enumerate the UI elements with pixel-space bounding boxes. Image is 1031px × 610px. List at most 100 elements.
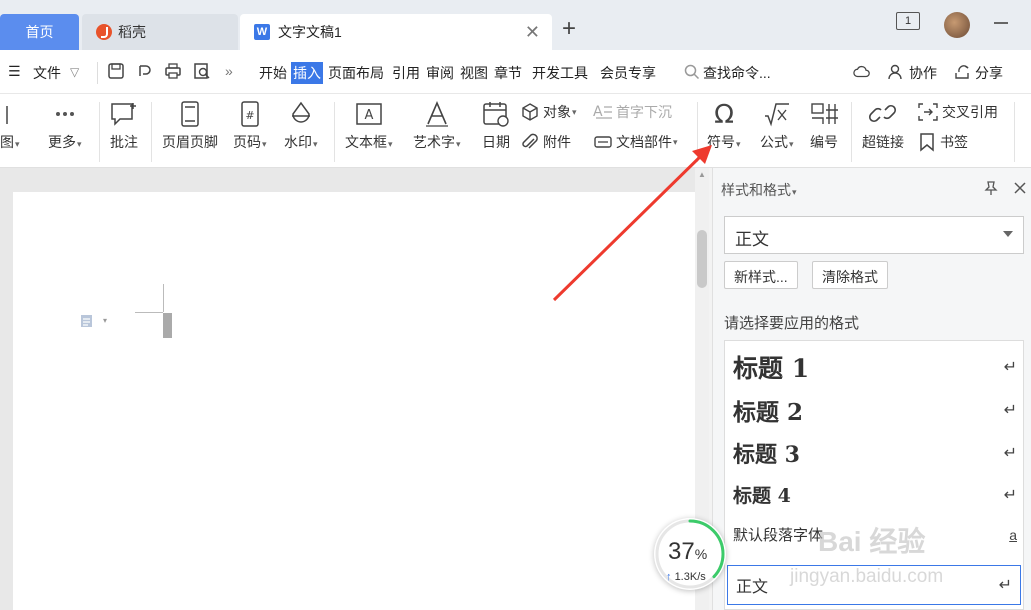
textbox-button[interactable]: A 文本框▾ xyxy=(345,100,393,152)
comment-icon xyxy=(111,103,136,126)
menu-member[interactable]: 会员专享 xyxy=(600,63,656,83)
paste-options-icon[interactable] xyxy=(79,313,95,329)
avatar[interactable] xyxy=(944,12,970,38)
formula-icon xyxy=(764,103,789,127)
share-icon[interactable] xyxy=(953,63,971,81)
new-tab-icon[interactable]: + xyxy=(562,15,576,43)
menu-view[interactable]: 视图 xyxy=(460,63,488,83)
style-item-heading-4[interactable]: 标题 4 ↵ xyxy=(733,481,1017,508)
new-style-button[interactable]: 新样式... xyxy=(724,261,798,289)
paste-options-caret-icon[interactable]: ▾ xyxy=(103,316,107,325)
divider xyxy=(851,102,852,162)
bookmark-button[interactable]: 书签 xyxy=(917,132,968,152)
drop-cap-icon: A xyxy=(593,104,612,120)
paragraph-mark-icon: ↵ xyxy=(1003,402,1017,419)
more-quick-icon[interactable]: » xyxy=(225,63,233,79)
menu-developer[interactable]: 开发工具 xyxy=(532,63,588,83)
attachment-label: 附件 xyxy=(543,134,571,150)
attachment-button[interactable]: 附件 xyxy=(520,132,571,152)
tab-home[interactable]: 首页 xyxy=(0,14,79,50)
menu-file[interactable]: 文件 xyxy=(33,63,61,83)
cross-ref-label: 交叉引用 xyxy=(942,104,998,120)
docer-logo-icon xyxy=(96,24,112,40)
object-label: 对象 xyxy=(543,104,571,120)
doc-parts-icon xyxy=(594,136,612,148)
document-page[interactable]: ▾ xyxy=(13,192,695,610)
paragraph-mark-icon: ↵ xyxy=(1003,486,1017,504)
tab-docer[interactable]: 稻壳 xyxy=(82,14,238,50)
tab-document[interactable]: W 文字文稿1 ✕ xyxy=(240,14,552,50)
paragraph-mark-icon: ↵ xyxy=(1003,445,1017,462)
window-count-label: 1 xyxy=(904,15,912,27)
speed-rate: ↑ 1.3K/s xyxy=(666,571,706,583)
style-item-heading-1[interactable]: 标题 1 ↵ xyxy=(733,349,1017,385)
chevron-down-icon[interactable]: ▽ xyxy=(70,65,79,79)
numbering-button[interactable]: 编号 xyxy=(809,100,839,152)
wordart-label: 艺术字 xyxy=(413,134,455,150)
save-icon[interactable] xyxy=(107,62,125,80)
object-icon xyxy=(522,103,538,121)
apply-format-label: 请选择要应用的格式 xyxy=(724,315,860,332)
insert-ribbon: 图▾ 更多▾ 批注 页眉页脚 # 页码▾ 水印▾ A 文本框▾ 艺术字▾ 日期 … xyxy=(0,94,1031,168)
drop-cap-label: 首字下沉 xyxy=(616,104,672,120)
print-preview-icon[interactable] xyxy=(193,62,211,80)
menu-start[interactable]: 开始 xyxy=(259,63,287,83)
watermark-button[interactable]: 水印▾ xyxy=(284,100,318,152)
page-number-button[interactable]: # 页码▾ xyxy=(233,100,267,152)
hamburger-icon[interactable]: ☰ xyxy=(8,63,21,80)
formula-button[interactable]: 公式▾ xyxy=(760,100,794,152)
minimize-icon[interactable] xyxy=(994,22,1008,24)
doc-parts-button[interactable]: 文档部件 ▾ xyxy=(593,132,678,152)
search-icon[interactable] xyxy=(683,63,701,81)
date-label: 日期 xyxy=(482,134,510,150)
divider xyxy=(151,102,152,162)
menu-page-layout[interactable]: 页面布局 xyxy=(328,63,384,83)
search-input[interactable]: 查找命令... xyxy=(703,63,771,83)
hyperlink-button[interactable]: 超链接 xyxy=(862,100,904,152)
style-item-heading-2[interactable]: 标题 2 ↵ xyxy=(733,393,1017,427)
export-icon[interactable] xyxy=(136,62,154,80)
style-item-name: 标题 1 xyxy=(733,354,810,383)
scroll-up-icon[interactable]: ▲ xyxy=(698,170,706,179)
symbol-button[interactable]: Ω 符号▾ xyxy=(707,100,741,152)
cloud-sync-icon[interactable] xyxy=(853,63,871,81)
dropdown-arrow-icon xyxy=(1003,231,1013,237)
collab-icon[interactable] xyxy=(887,63,905,81)
close-panel-icon[interactable] xyxy=(1012,180,1028,196)
cross-ref-button[interactable]: 交叉引用 xyxy=(917,102,998,122)
document-area: ▾ xyxy=(0,168,695,610)
panel-title[interactable]: 样式和格式▾ xyxy=(721,180,797,200)
upload-arrow-icon: ↑ xyxy=(666,571,672,583)
pin-icon[interactable] xyxy=(983,180,999,196)
bookmark-label: 书签 xyxy=(940,134,968,150)
menu-references[interactable]: 引用 xyxy=(392,63,420,83)
menu-chapter[interactable]: 章节 xyxy=(494,63,522,83)
wordart-button[interactable]: 艺术字▾ xyxy=(413,100,461,152)
clear-format-button[interactable]: 清除格式 xyxy=(812,261,888,289)
menu-review[interactable]: 审阅 xyxy=(426,63,454,83)
network-speed-widget[interactable]: 37% ↑ 1.3K/s xyxy=(654,518,726,590)
collab-button[interactable]: 协作 xyxy=(909,63,937,83)
comment-button[interactable]: 批注 xyxy=(108,100,140,152)
character-style-icon: a xyxy=(1009,526,1017,543)
menu-insert[interactable]: 插入 xyxy=(291,62,323,84)
link-icon xyxy=(868,104,897,123)
date-button[interactable]: 日期 xyxy=(481,100,511,152)
more-icon xyxy=(55,112,74,116)
object-button[interactable]: 对象 ▾ xyxy=(520,102,577,122)
share-button[interactable]: 分享 xyxy=(975,63,1003,83)
current-style-select[interactable]: 正文 xyxy=(724,216,1024,254)
style-item-heading-3[interactable]: 标题 3 ↵ xyxy=(733,437,1017,469)
paperclip-icon xyxy=(522,133,538,149)
drop-cap-button[interactable]: A 首字下沉 xyxy=(593,102,672,122)
more-button[interactable]: 更多▾ xyxy=(48,100,82,152)
window-count-icon[interactable]: 1 xyxy=(896,12,920,30)
textbox-label: 文本框 xyxy=(345,134,387,150)
tab-docer-label: 稻壳 xyxy=(118,24,146,40)
bookmark-icon xyxy=(920,133,934,152)
partial-picture-button[interactable]: 图▾ xyxy=(0,100,20,152)
scrollbar-thumb[interactable] xyxy=(697,230,707,288)
header-footer-button[interactable]: 页眉页脚 xyxy=(162,100,218,152)
close-tab-icon[interactable]: ✕ xyxy=(525,22,540,43)
print-icon[interactable] xyxy=(164,62,182,80)
